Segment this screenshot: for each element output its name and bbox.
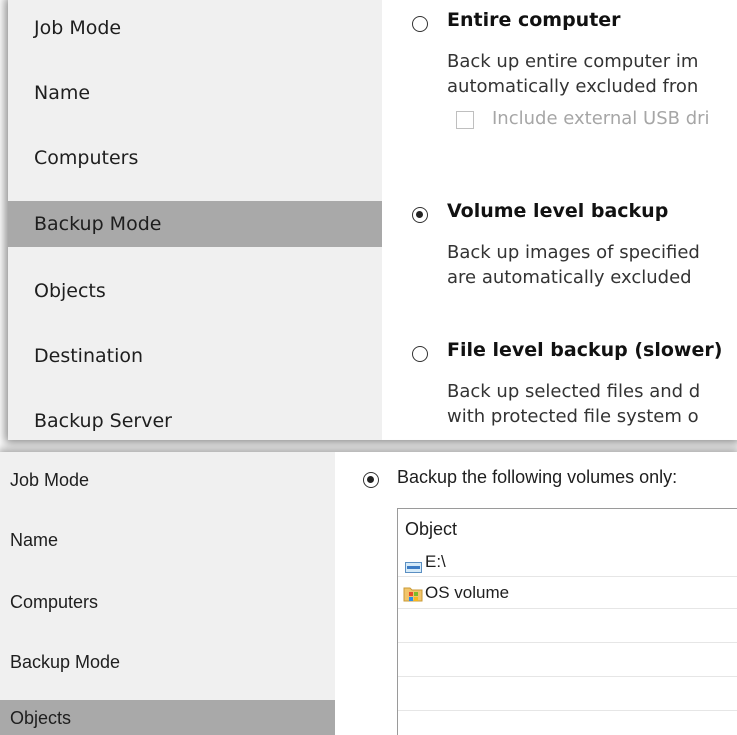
wizard-sidebar-objects: Job Mode Name Computers Backup Mode Obje… [0, 452, 335, 735]
file-level-radio[interactable] [412, 346, 428, 362]
object-column-header[interactable]: Object [398, 509, 737, 549]
entire-computer-desc-1: Back up entire computer im [447, 51, 699, 72]
nav-computers[interactable]: Computers [0, 582, 335, 622]
row-label: OS volume [425, 583, 510, 602]
volumes-only-radio[interactable] [363, 472, 379, 488]
nav-name[interactable]: Name [0, 520, 335, 560]
nav-job-mode[interactable]: Job Mode [8, 5, 382, 51]
volume-level-title: Volume level backup [447, 200, 669, 222]
volume-level-radio[interactable] [412, 207, 428, 223]
nav-name[interactable]: Name [8, 70, 382, 116]
nav-backup-mode[interactable]: Backup Mode [0, 642, 335, 682]
include-usb-checkbox[interactable] [456, 111, 474, 129]
row-label: E:\ [425, 552, 446, 571]
nav-job-mode[interactable]: Job Mode [0, 460, 335, 500]
nav-computers[interactable]: Computers [8, 135, 382, 181]
nav-objects[interactable]: Objects [0, 700, 335, 735]
nav-backup-mode[interactable]: Backup Mode [8, 201, 382, 247]
os-volume-icon [403, 583, 423, 607]
file-level-desc-2: with protected file system o [447, 406, 699, 427]
backup-mode-panel: Job Mode Name Computers Backup Mode Obje… [8, 0, 737, 440]
table-row[interactable]: E:\ [398, 549, 737, 577]
volume-level-desc-2: are automatically excluded [447, 267, 692, 288]
objects-panel: Job Mode Name Computers Backup Mode Obje… [0, 452, 737, 735]
nav-objects[interactable]: Objects [8, 268, 382, 314]
objects-table: Object E:\ OS volume [397, 508, 737, 735]
volumes-only-label: Backup the following volumes only: [397, 467, 678, 487]
file-level-title: File level backup (slower) [447, 339, 723, 361]
entire-computer-radio[interactable] [412, 16, 428, 32]
nav-backup-server[interactable]: Backup Server [8, 398, 382, 440]
table-row-empty [398, 643, 737, 677]
volume-level-desc-1: Back up images of specified [447, 242, 700, 263]
nav-destination[interactable]: Destination [8, 333, 382, 379]
include-usb-label: Include external USB dri [492, 108, 710, 129]
entire-computer-desc-2: automatically excluded fron [447, 76, 699, 97]
wizard-sidebar: Job Mode Name Computers Backup Mode Obje… [8, 0, 382, 440]
table-row[interactable]: OS volume [398, 577, 737, 609]
table-row-empty [398, 711, 737, 735]
entire-computer-title: Entire computer [447, 9, 621, 31]
table-row-empty [398, 609, 737, 643]
table-row-empty [398, 677, 737, 711]
drive-icon [405, 558, 422, 577]
file-level-desc-1: Back up selected files and d [447, 381, 701, 402]
